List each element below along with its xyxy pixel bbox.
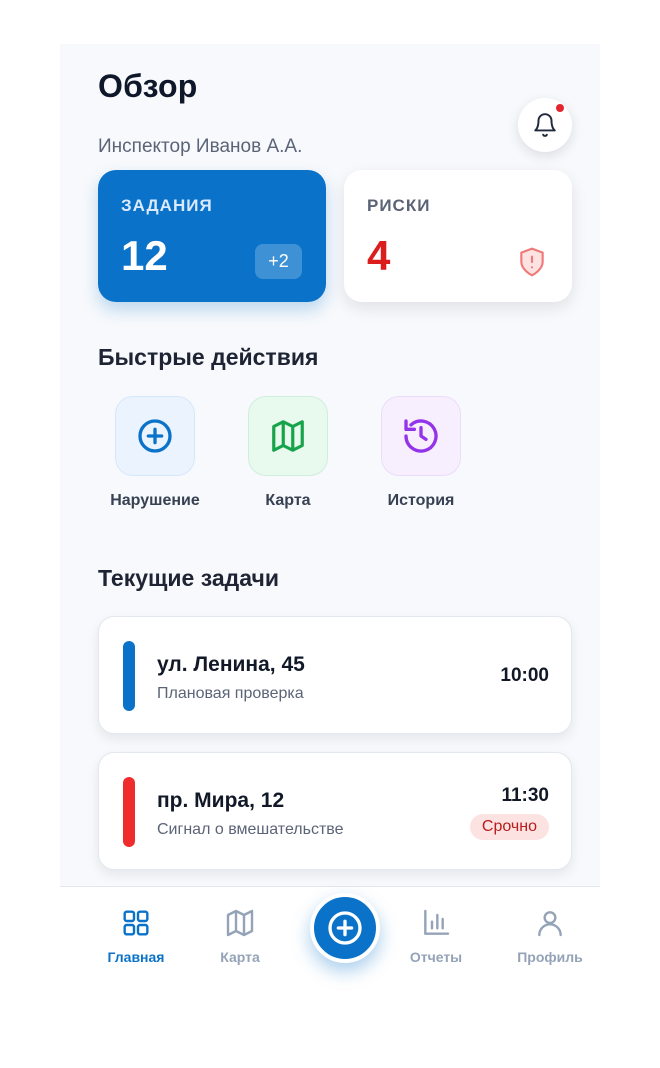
nav-item-reports[interactable]: Отчеты [386, 887, 486, 977]
tasks-stat-card[interactable]: ЗАДАНИЯ 12 +2 [98, 170, 326, 302]
header: Обзор Инспектор Иванов А.А. [98, 68, 574, 157]
task-time: 10:00 [500, 665, 549, 686]
nav-icon-wrap [116, 905, 156, 941]
bar-chart-icon [424, 909, 450, 935]
bell-icon [534, 113, 556, 137]
nav-label: Отчеты [409, 949, 463, 965]
quick-actions-title: Быстрые действия [98, 344, 319, 370]
page-title: Обзор [98, 68, 198, 104]
tasks-stat-value: 12 [121, 232, 168, 279]
tasks-stat-badge: +2 [255, 244, 302, 279]
tasks-stat-label: ЗАДАНИЯ [121, 196, 213, 215]
notifications-button[interactable] [518, 98, 572, 152]
nav-label: Главная [107, 949, 165, 965]
nav-item-profile[interactable]: Профиль [500, 887, 600, 977]
urgent-badge: Срочно [469, 814, 549, 840]
nav-icon-wrap [530, 905, 570, 941]
history-icon-box [381, 396, 461, 476]
nav-item-home[interactable]: Главная [86, 887, 186, 977]
current-tasks-title: Текущие задачи [98, 565, 279, 591]
map-icon [272, 420, 304, 452]
nav-icon-wrap [220, 905, 260, 941]
task-address: пр. Мира, 12 [157, 789, 285, 812]
quick-action-history[interactable]: История [366, 396, 476, 516]
plus-circle-icon [138, 419, 172, 453]
bottom-nav: Главная Карта Отчеты Профиль [60, 886, 600, 1004]
quick-action-label: История [387, 492, 455, 509]
map-icon [226, 909, 254, 937]
quick-action-label: Карта [265, 492, 311, 509]
quick-action-map[interactable]: Карта [233, 396, 343, 516]
task-card[interactable]: пр. Мира, 12 Сигнал о вмешательстве 11:3… [98, 752, 572, 870]
quick-action-label: Нарушение [110, 492, 200, 509]
risks-stat-card[interactable]: РИСКИ 4 [344, 170, 572, 302]
nav-icon-wrap [416, 905, 456, 941]
quick-action-violation[interactable]: Нарушение [100, 396, 210, 516]
app-screen: Обзор Инспектор Иванов А.А. ЗАДАНИЯ 12 +… [60, 44, 600, 1004]
add-button[interactable] [310, 893, 380, 963]
nav-label: Профиль [517, 949, 583, 965]
risks-stat-value: 4 [367, 232, 391, 279]
inspector-name: Инспектор Иванов А.А. [98, 136, 303, 157]
task-priority-bar [123, 641, 135, 711]
grid-icon [123, 910, 149, 936]
task-description: Плановая проверка [157, 685, 304, 702]
violation-icon-box [115, 396, 195, 476]
task-address: ул. Ленина, 45 [157, 653, 305, 676]
plus-circle-icon [328, 911, 362, 945]
task-description: Сигнал о вмешательстве [157, 821, 344, 838]
history-icon [404, 419, 438, 453]
user-icon [538, 911, 562, 937]
nav-label: Карта [220, 949, 260, 965]
task-priority-bar [123, 777, 135, 847]
nav-item-map[interactable]: Карта [190, 887, 290, 977]
notification-dot [556, 104, 564, 112]
shield-alert-icon [520, 247, 544, 277]
task-time: 11:30 [501, 785, 549, 806]
map-icon-box [248, 396, 328, 476]
risks-stat-label: РИСКИ [367, 196, 431, 215]
task-card[interactable]: ул. Ленина, 45 Плановая проверка 10:00 [98, 616, 572, 734]
